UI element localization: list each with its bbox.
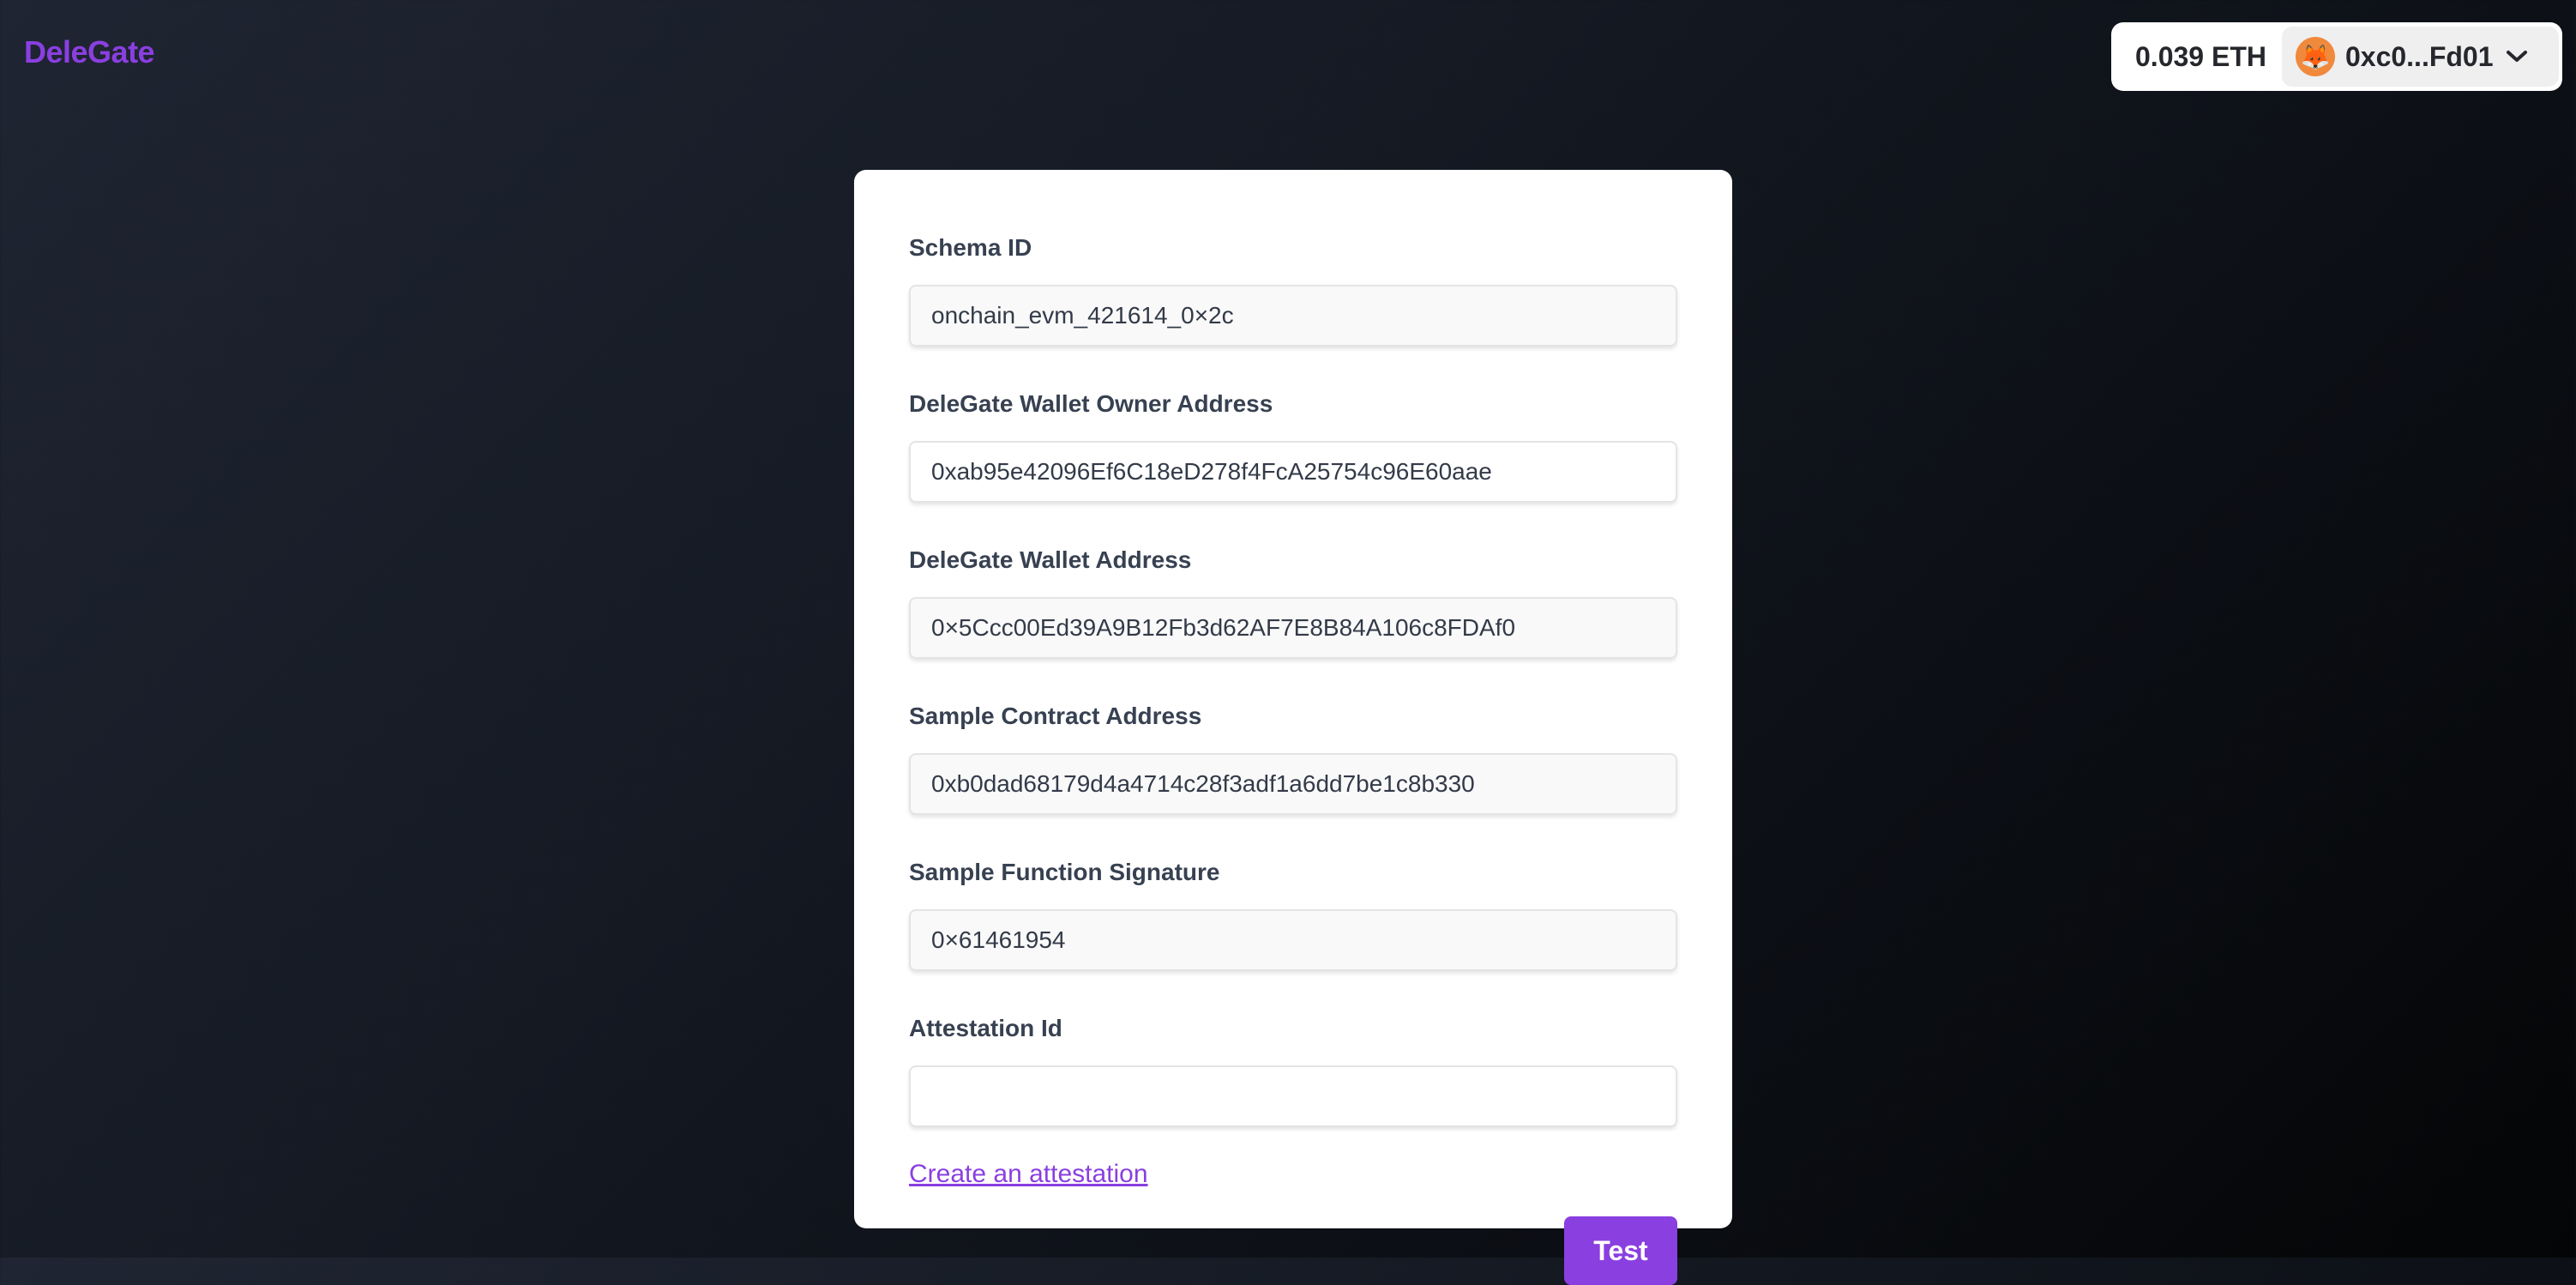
fox-avatar-icon: 🦊 [2295,37,2335,76]
contract-address-input[interactable] [909,753,1677,815]
attestation-id-field: Attestation Id [909,1014,1677,1127]
function-signature-label: Sample Function Signature [909,859,1220,885]
function-signature-input[interactable] [909,909,1677,971]
account-address: 0xc0...Fd01 [2344,40,2494,72]
form-actions: Test [909,1216,1677,1285]
wallet-address-field: DeleGate Wallet Address [909,546,1677,659]
contract-address-label: Sample Contract Address [909,703,1202,729]
wallet-address-input[interactable] [909,597,1677,659]
form-card: Schema ID DeleGate Wallet Owner Address … [854,170,1732,1285]
owner-address-input[interactable] [909,441,1677,503]
schema-id-input[interactable] [909,285,1677,347]
attestation-id-label: Attestation Id [909,1015,1062,1041]
chevron-down-icon [2506,45,2528,68]
account-button[interactable]: 🦊 0xc0...Fd01 [2281,27,2559,87]
wallet-address-label: DeleGate Wallet Address [909,546,1192,573]
contract-address-field: Sample Contract Address [909,702,1677,815]
owner-address-label: DeleGate Wallet Owner Address [909,390,1273,417]
wallet-widget: 0.039 ETH 🦊 0xc0...Fd01 [2111,22,2562,91]
test-button[interactable]: Test [1564,1216,1677,1285]
function-signature-field: Sample Function Signature [909,858,1677,971]
schema-id-label: Schema ID [909,234,1032,261]
attestation-id-input[interactable] [909,1065,1677,1127]
schema-id-field: Schema ID [909,233,1677,347]
eth-balance[interactable]: 0.039 ETH [2115,41,2282,73]
owner-address-field: DeleGate Wallet Owner Address [909,389,1677,503]
create-attestation-link[interactable]: Create an attestation [909,1160,1148,1189]
app-logo[interactable]: DeleGate [24,34,155,70]
